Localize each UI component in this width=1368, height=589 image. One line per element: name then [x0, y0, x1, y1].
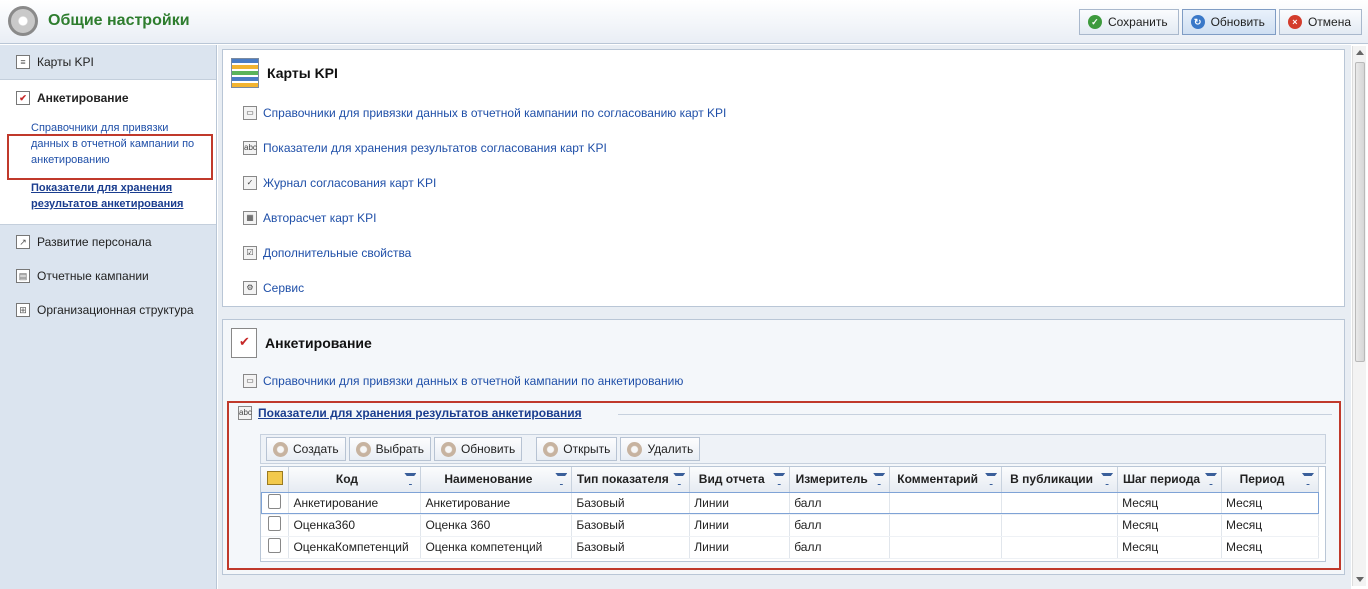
check-icon: ✓ — [1087, 15, 1102, 29]
link-kpi-indicators[interactable]: abc Показатели для хранения результатов с… — [243, 141, 607, 155]
cancel-button[interactable]: × Отмена — [1278, 9, 1362, 35]
link-kpi-journal[interactable]: ✓ Журнал согласования карт KPI — [243, 176, 436, 190]
chart-icon: ↗ — [16, 235, 30, 249]
questionnaire-icon — [231, 328, 257, 358]
link-survey-directories[interactable]: ▭ Справочники для привязки данных в отчет… — [243, 374, 683, 388]
link-kpi-service[interactable]: ⚙ Сервис — [243, 281, 304, 295]
org-structure-icon: ⊞ — [16, 303, 30, 317]
indicator-icon: abc — [243, 141, 257, 155]
panel-kpi: Карты KPI ▭ Справочники для привязки данн… — [222, 49, 1345, 307]
books-icon: ▭ — [243, 374, 257, 388]
properties-icon: ☑ — [243, 246, 257, 260]
questionnaire-icon: ✔ — [16, 91, 30, 105]
sidebar-item-label: Организационная структура — [37, 303, 194, 317]
link-label: Показатели для хранения результатов согл… — [263, 141, 607, 155]
link-label: Справочники для привязки данных в отчетн… — [263, 374, 684, 388]
sidebar-link-survey-indicators[interactable]: Показатели для хранения результатов анке… — [31, 180, 206, 212]
page-scrollbar[interactable] — [1352, 46, 1366, 586]
link-label: Справочники для привязки данных в отчетн… — [263, 106, 727, 120]
scroll-thumb[interactable] — [1355, 62, 1365, 362]
sidebar-item-campaigns[interactable]: ▤ Отчетные кампании — [0, 259, 216, 293]
save-label: Сохранить — [1107, 15, 1168, 29]
sidebar-item-kpi[interactable]: ≡ Карты KPI — [0, 45, 216, 79]
gear-icon: ⚙ — [243, 281, 257, 295]
link-kpi-properties[interactable]: ☑ Дополнительные свойства — [243, 246, 411, 260]
link-kpi-directories[interactable]: ▭ Справочники для привязки данных в отчет… — [243, 106, 726, 120]
panel-survey-header: Анкетирование — [231, 328, 372, 358]
link-label: Дополнительные свойства — [263, 246, 412, 260]
kpi-cards-icon — [231, 58, 259, 88]
table-icon: ▤ — [16, 269, 30, 283]
sidebar-item-label: Анкетирование — [37, 91, 129, 105]
page-title: Общие настройки — [48, 12, 190, 29]
save-button[interactable]: ✓ Сохранить — [1078, 9, 1179, 35]
panel-kpi-title: Карты KPI — [267, 65, 338, 81]
books-icon: ▭ — [243, 106, 257, 120]
journal-icon: ✓ — [243, 176, 257, 190]
link-kpi-autocalc[interactable]: ▦ Авторасчет карт KPI — [243, 211, 377, 225]
sidebar-item-label: Отчетные кампании — [37, 269, 149, 283]
scroll-down-icon[interactable] — [1356, 577, 1364, 582]
sidebar-item-development[interactable]: ↗ Развитие персонала — [0, 225, 216, 259]
close-icon: × — [1287, 15, 1302, 29]
sidebar-item-label: Развитие персонала — [37, 235, 152, 249]
link-label: Журнал согласования карт KPI — [263, 176, 437, 190]
refresh-button[interactable]: ↻ Обновить — [1181, 9, 1276, 35]
sidebar-item-org-structure[interactable]: ⊞ Организационная структура — [0, 293, 216, 327]
calculator-icon: ▦ — [243, 211, 257, 225]
scroll-up-icon[interactable] — [1356, 50, 1364, 55]
highlight-box — [227, 401, 1341, 570]
refresh-icon: ↻ — [1190, 15, 1205, 29]
sidebar-item-survey[interactable]: ✔ Анкетирование — [0, 80, 216, 116]
header-bar: Общие настройки ✓ Сохранить ↻ Обновить × От… — [0, 0, 1368, 44]
panel-kpi-header: Карты KPI — [231, 58, 338, 88]
list-icon: ≡ — [16, 55, 30, 69]
gear-icon — [8, 6, 38, 36]
link-label: Авторасчет карт KPI — [263, 211, 377, 225]
panel-survey-title: Анкетирование — [265, 335, 372, 351]
cancel-label: Отмена — [1307, 15, 1351, 29]
sidebar: ≡ Карты KPI ✔ Анкетирование Справочники дл… — [0, 45, 217, 589]
highlight-box — [7, 134, 213, 180]
sidebar-item-label: Карты KPI — [37, 55, 94, 69]
link-label: Сервис — [263, 281, 305, 295]
header-actions: ✓ Сохранить ↻ Обновить × Отмена — [1078, 9, 1362, 35]
refresh-label: Обновить — [1210, 15, 1265, 29]
